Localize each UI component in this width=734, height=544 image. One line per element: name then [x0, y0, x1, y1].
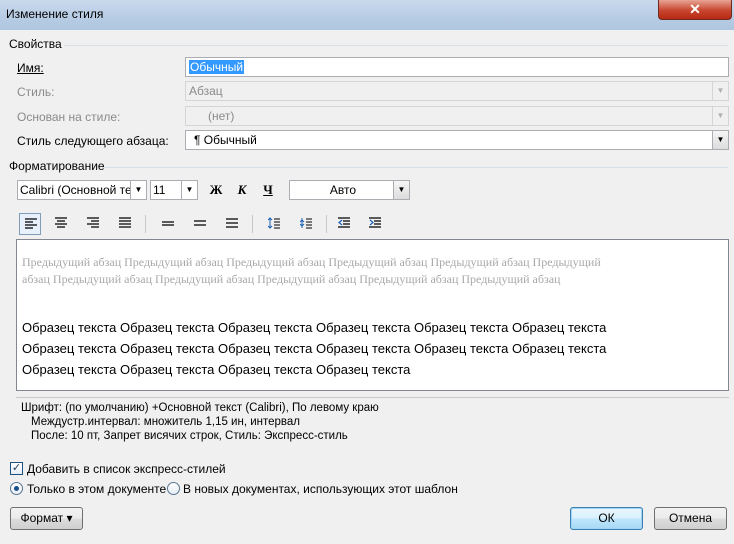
chevron-down-icon: ▼: [130, 181, 146, 199]
space-after-button[interactable]: [295, 213, 317, 235]
increase-indent-button[interactable]: [364, 213, 386, 235]
based-on-value: (нет): [208, 109, 235, 123]
name-label: Имя:: [17, 61, 44, 75]
add-to-quick-styles-label[interactable]: Добавить в список экспресс-стилей: [27, 462, 226, 476]
formatting-group-label: Форматирование: [9, 159, 105, 173]
chevron-down-icon: ▼: [712, 131, 728, 149]
dialog-body: Свойства Имя: Обычный Стиль: Абзац ▼ Осн…: [2, 30, 732, 542]
sample-text-line: Образец текста Образец текста Образец те…: [22, 341, 607, 356]
bold-button[interactable]: Ж: [205, 179, 227, 201]
font-name-value: Calibri (Основной текс: [20, 183, 144, 197]
sample-text-line: Образец текста Образец текста Образец те…: [22, 320, 607, 335]
title-bar[interactable]: Изменение стиля ✕: [0, 0, 734, 30]
chevron-down-icon: ▼: [712, 82, 728, 100]
modify-style-dialog: Изменение стиля ✕ Свойства Имя: Обычный …: [0, 0, 734, 544]
only-this-document-radio[interactable]: [10, 482, 23, 495]
font-name-select[interactable]: Calibri (Основной текс ▼: [17, 180, 147, 200]
align-right-button[interactable]: [82, 213, 104, 235]
style-preview-pane: Предыдущий абзац Предыдущий абзац Предыд…: [16, 239, 729, 391]
next-style-label: Стиль следующего абзаца:: [17, 134, 169, 148]
cancel-button[interactable]: Отмена: [654, 507, 727, 530]
based-on-select[interactable]: (нет) ▼: [185, 106, 729, 126]
double-spacing-button[interactable]: [221, 213, 243, 235]
style-description: Шрифт: (по умолчанию) +Основной текст (C…: [16, 397, 729, 447]
font-color-value: Авто: [329, 183, 357, 197]
justify-icon: [119, 217, 131, 228]
next-style-value: ¶ Обычный: [194, 133, 257, 147]
align-center-icon: [55, 217, 67, 228]
name-input-value: Обычный: [189, 60, 245, 74]
ok-button[interactable]: ОК: [570, 507, 643, 530]
paragraph-space-decrease-icon: [300, 218, 312, 229]
description-line: Шрифт: (по умолчанию) +Основной текст (C…: [21, 402, 379, 414]
formatting-divider: [102, 167, 728, 168]
style-type-label: Стиль:: [17, 85, 55, 99]
format-menu-button[interactable]: Формат ▾: [10, 507, 83, 530]
next-style-select[interactable]: ¶ Обычный ▼: [185, 130, 729, 150]
dropdown-arrow-icon: ▾: [66, 511, 73, 525]
align-right-icon: [87, 217, 99, 228]
one-half-spacing-button[interactable]: [189, 213, 211, 235]
chevron-down-icon: ▼: [393, 181, 409, 199]
description-line: После: 10 пт, Запрет висячих строк, Стил…: [31, 430, 348, 442]
paragraph-space-increase-icon: [268, 217, 280, 229]
add-to-quick-styles-checkbox[interactable]: ✓: [10, 462, 23, 475]
description-line: Междустр.интервал: множитель 1,15 ин, ин…: [31, 416, 301, 428]
close-icon: ✕: [689, 1, 701, 17]
line-spacing-double-icon: [226, 218, 238, 228]
indent-icon: [369, 217, 381, 228]
italic-button[interactable]: К: [231, 179, 253, 201]
toolbar-separator: [252, 215, 253, 233]
format-button-label: Формат: [20, 511, 64, 525]
close-button[interactable]: ✕: [658, 0, 732, 20]
new-documents-template-label[interactable]: В новых документах, использующих этот ша…: [183, 482, 458, 496]
sample-text: Образец текста Образец текста Образец те…: [22, 317, 682, 380]
space-before-button[interactable]: [263, 213, 285, 235]
underline-button[interactable]: Ч: [257, 179, 279, 201]
chevron-down-icon: ▼: [712, 107, 728, 125]
font-size-value: 11: [153, 183, 166, 197]
font-size-select[interactable]: 11 ▼: [150, 180, 198, 200]
toolbar-separator: [326, 215, 327, 233]
line-spacing-single-icon: [162, 221, 174, 226]
line-spacing-half-icon: [194, 220, 206, 226]
style-type-value: Абзац: [189, 84, 223, 98]
only-this-document-label[interactable]: Только в этом документе: [27, 482, 166, 496]
window-title: Изменение стиля: [6, 7, 104, 21]
based-on-label: Основан на стиле:: [17, 110, 121, 124]
decrease-indent-button[interactable]: [333, 213, 355, 235]
new-documents-template-radio[interactable]: [167, 482, 180, 495]
name-input[interactable]: Обычный: [185, 57, 729, 77]
properties-divider: [64, 45, 728, 46]
checkmark-icon: ✓: [11, 462, 22, 474]
font-color-select[interactable]: Авто ▼: [289, 180, 410, 200]
properties-group-label: Свойства: [9, 37, 62, 51]
single-spacing-button[interactable]: [157, 213, 179, 235]
toolbar-separator: [145, 215, 146, 233]
align-center-button[interactable]: [50, 213, 72, 235]
outdent-icon: [338, 217, 350, 228]
chevron-down-icon: ▼: [181, 181, 197, 199]
previous-paragraph-text: Предыдущий абзац Предыдущий абзац Предыд…: [22, 255, 601, 286]
justify-button[interactable]: [114, 213, 136, 235]
align-left-button[interactable]: [19, 213, 41, 235]
align-left-icon: [25, 218, 37, 229]
sample-text-line: Образец текста Образец текста Образец те…: [22, 362, 411, 377]
style-type-select[interactable]: Абзац ▼: [185, 81, 729, 101]
